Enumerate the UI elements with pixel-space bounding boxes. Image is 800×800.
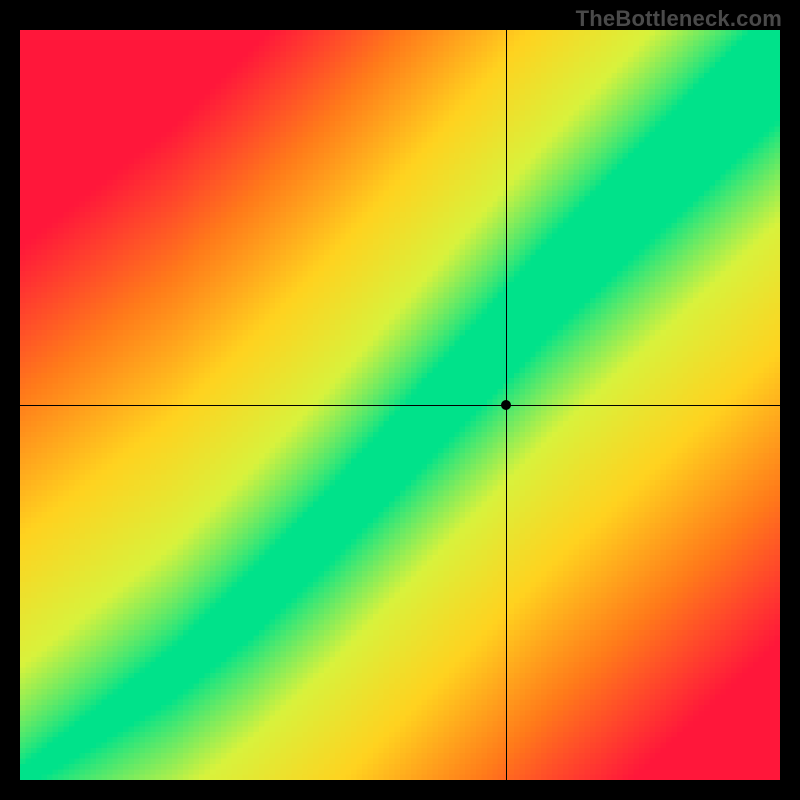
plot-area [20,30,780,780]
sample-point-marker [501,400,511,410]
crosshair-horizontal [20,405,780,406]
chart-frame: TheBottleneck.com [0,0,800,800]
watermark-text: TheBottleneck.com [576,6,782,32]
